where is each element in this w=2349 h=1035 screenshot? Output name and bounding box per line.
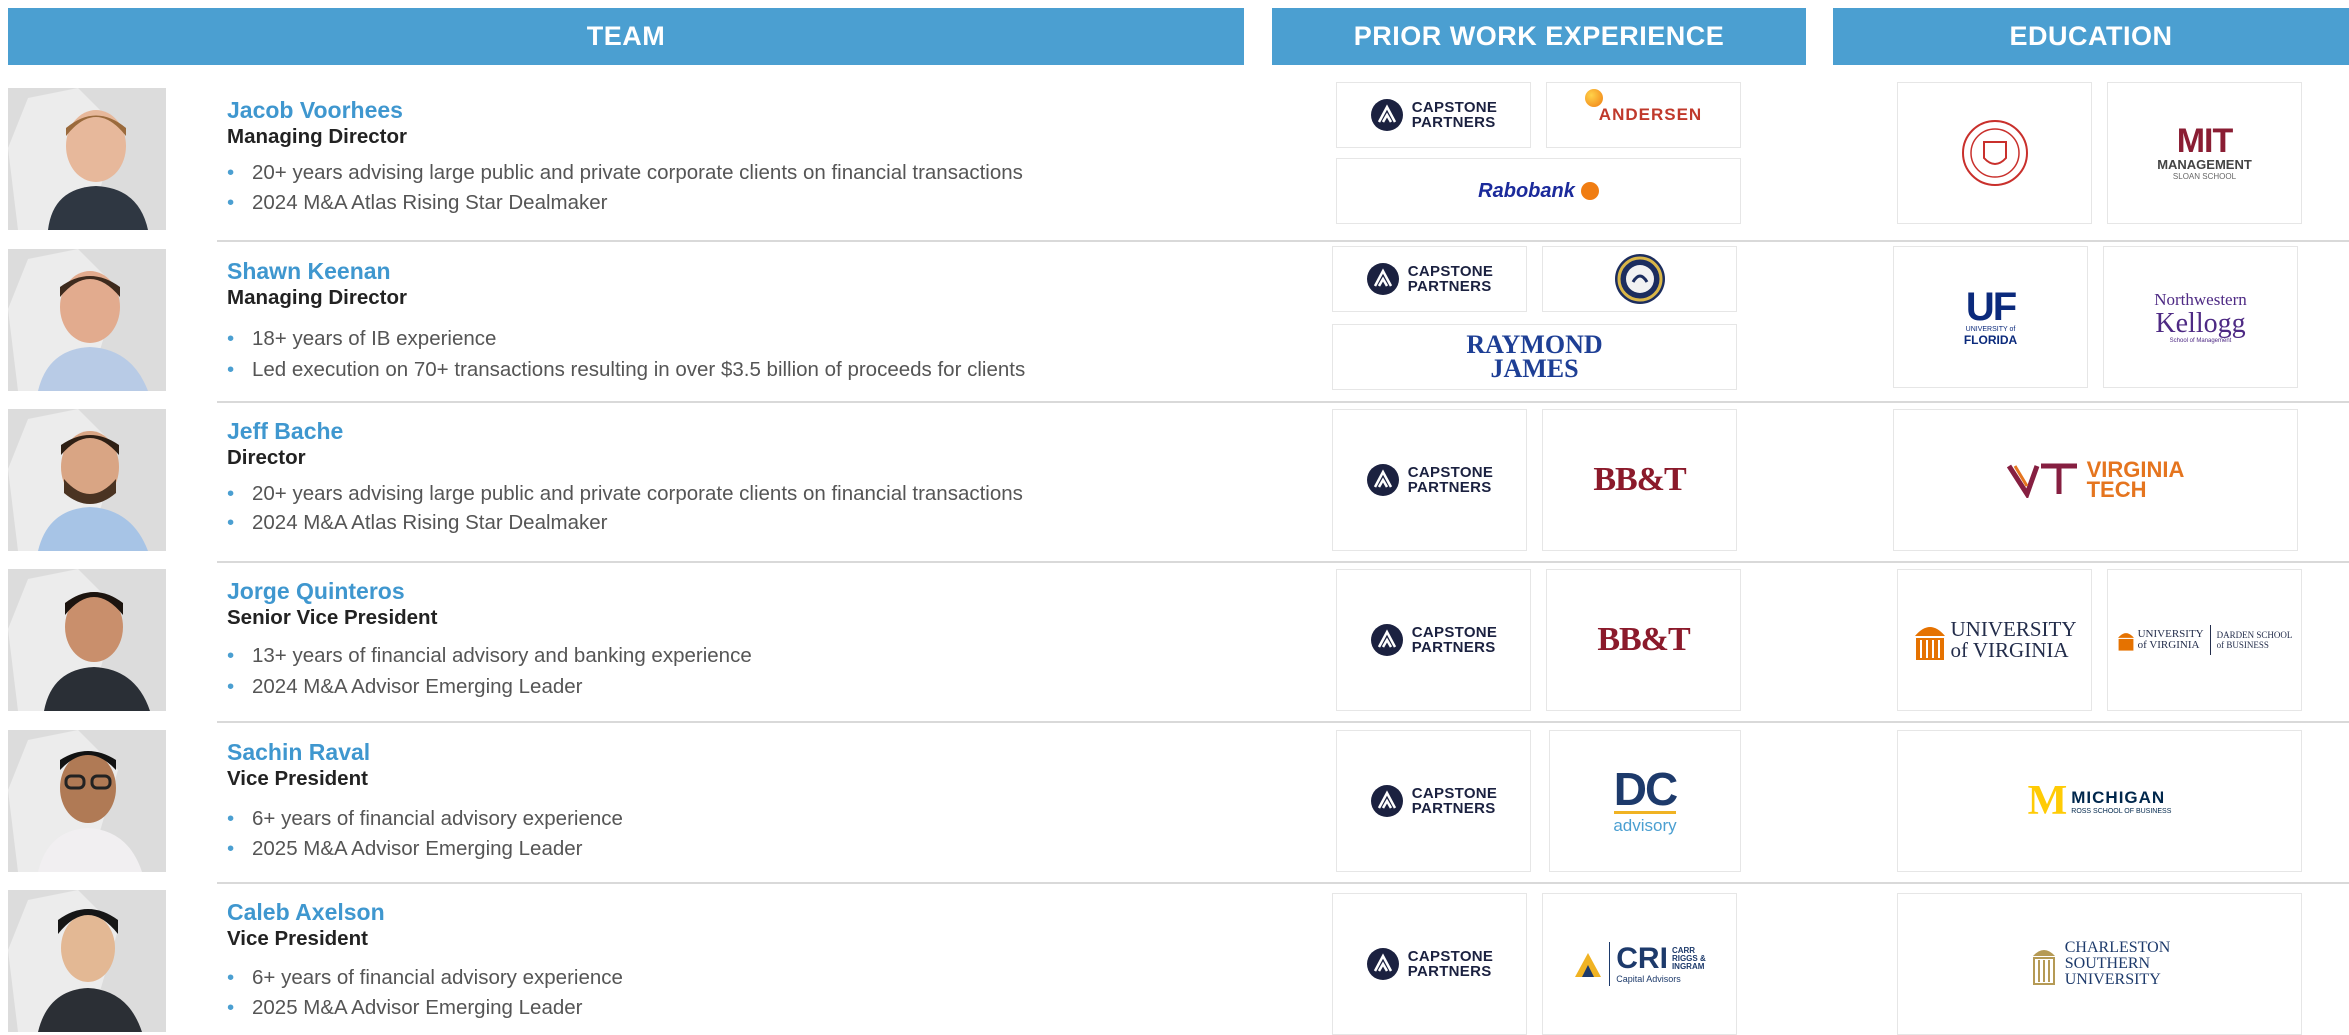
andersen-logo: ANDERSEN <box>1546 82 1741 148</box>
team-member-row: Jeff Bache Director • 20+ years advising … <box>0 402 2349 563</box>
bullet-item: • 2025 M&A Advisor Emerging Leader <box>227 996 583 1019</box>
member-photo <box>8 249 166 391</box>
dc-advisory-logo: DC advisory <box>1549 730 1741 872</box>
university-of-virginia-logo: UNIVERSITY of VIRGINIA <box>1897 569 2092 711</box>
charleston-southern-logo: CHARLESTON SOUTHERN UNIVERSITY <box>1897 893 2302 1035</box>
member-photo <box>8 890 166 1032</box>
team-member-row: Shawn Keenan Managing Director • 18+ year… <box>0 242 2349 403</box>
bullet-item: • 20+ years advising large public and pri… <box>227 482 1023 505</box>
bullet-item: • 18+ years of IB experience <box>227 327 497 350</box>
bullet-item: • 6+ years of financial advisory experien… <box>227 966 623 989</box>
team-member-row: Jorge Quinteros Senior Vice President • 1… <box>0 562 2349 723</box>
member-name: Caleb Axelson <box>227 899 385 925</box>
cornell-seal-logo <box>1897 82 2092 224</box>
bullet-item: • Led execution on 70+ transactions resul… <box>227 358 1026 381</box>
michigan-ross-logo: M MICHIGAN ROSS SCHOOL OF BUSINESS <box>1897 730 2302 872</box>
bullet-item: • 2024 M&A Atlas Rising Star Dealmaker <box>227 511 608 534</box>
member-title: Director <box>227 446 306 469</box>
team-member-row: Sachin Raval Vice President • 6+ years of… <box>0 723 2349 884</box>
capstone-partners-logo: CAPSTONE PARTNERS <box>1332 409 1527 551</box>
virginia-tech-logo: VIRGINIA TECH <box>1893 409 2298 551</box>
capstone-partners-logo: CAPSTONE PARTNERS <box>1336 569 1531 711</box>
education-header: EDUCATION <box>1833 8 2349 65</box>
bullet-item: • 2025 M&A Advisor Emerging Leader <box>227 837 583 860</box>
cri-capital-advisors-logo: CRI CARR RIGGS & INGRAM Capital Advisors <box>1542 893 1737 1035</box>
member-name: Shawn Keenan <box>227 258 391 284</box>
capstone-partners-logo: CAPSTONE PARTNERS <box>1336 82 1531 148</box>
bullet-item: • 6+ years of financial advisory experien… <box>227 807 623 830</box>
member-name: Sachin Raval <box>227 739 371 765</box>
member-title: Vice President <box>227 927 368 950</box>
capstone-partners-logo: CAPSTONE PARTNERS <box>1332 246 1527 312</box>
team-header: TEAM <box>8 8 1244 65</box>
member-photo <box>8 409 166 551</box>
bbt-logo: BB&T <box>1546 569 1741 711</box>
member-name: Jeff Bache <box>227 418 344 444</box>
bullet-item: • 13+ years of financial advisory and ban… <box>227 644 752 667</box>
university-of-florida-logo: UF UNIVERSITY of FLORIDA <box>1893 246 2088 388</box>
member-photo <box>8 569 166 711</box>
member-name: Jorge Quinteros <box>227 578 405 604</box>
bbt-logo: BB&T <box>1542 409 1737 551</box>
raymond-james-logo: RAYMOND JAMES <box>1332 324 1737 390</box>
member-name: Jacob Voorhees <box>227 97 403 123</box>
team-member-row: Jacob Voorhees Managing Director • 20+ ye… <box>0 81 2349 242</box>
bullet-item: • 2024 M&A Advisor Emerging Leader <box>227 675 583 698</box>
member-title: Managing Director <box>227 286 407 309</box>
us-navy-seal-logo <box>1542 246 1737 312</box>
capstone-partners-logo: CAPSTONE PARTNERS <box>1332 893 1527 1035</box>
member-title: Managing Director <box>227 125 407 148</box>
bullet-item: • 20+ years advising large public and pri… <box>227 161 1023 184</box>
rabobank-logo: Rabobank <box>1336 158 1741 224</box>
member-photo <box>8 88 166 230</box>
mit-sloan-logo: MIT MANAGEMENT SLOAN SCHOOL <box>2107 82 2302 224</box>
member-title: Vice President <box>227 767 368 790</box>
northwestern-kellogg-logo: Northwestern Kellogg School of Managemen… <box>2103 246 2298 388</box>
member-title: Senior Vice President <box>227 606 438 629</box>
uva-darden-logo: UNIVERSITY of VIRGINIA DARDEN SCHOOL of BU… <box>2107 569 2302 711</box>
prior-work-header: PRIOR WORK EXPERIENCE <box>1272 8 1806 65</box>
bullet-item: • 2024 M&A Atlas Rising Star Dealmaker <box>227 191 608 214</box>
member-photo <box>8 730 166 872</box>
capstone-partners-logo: CAPSTONE PARTNERS <box>1336 730 1531 872</box>
team-member-row: Caleb Axelson Vice President • 6+ years o… <box>0 883 2349 1035</box>
